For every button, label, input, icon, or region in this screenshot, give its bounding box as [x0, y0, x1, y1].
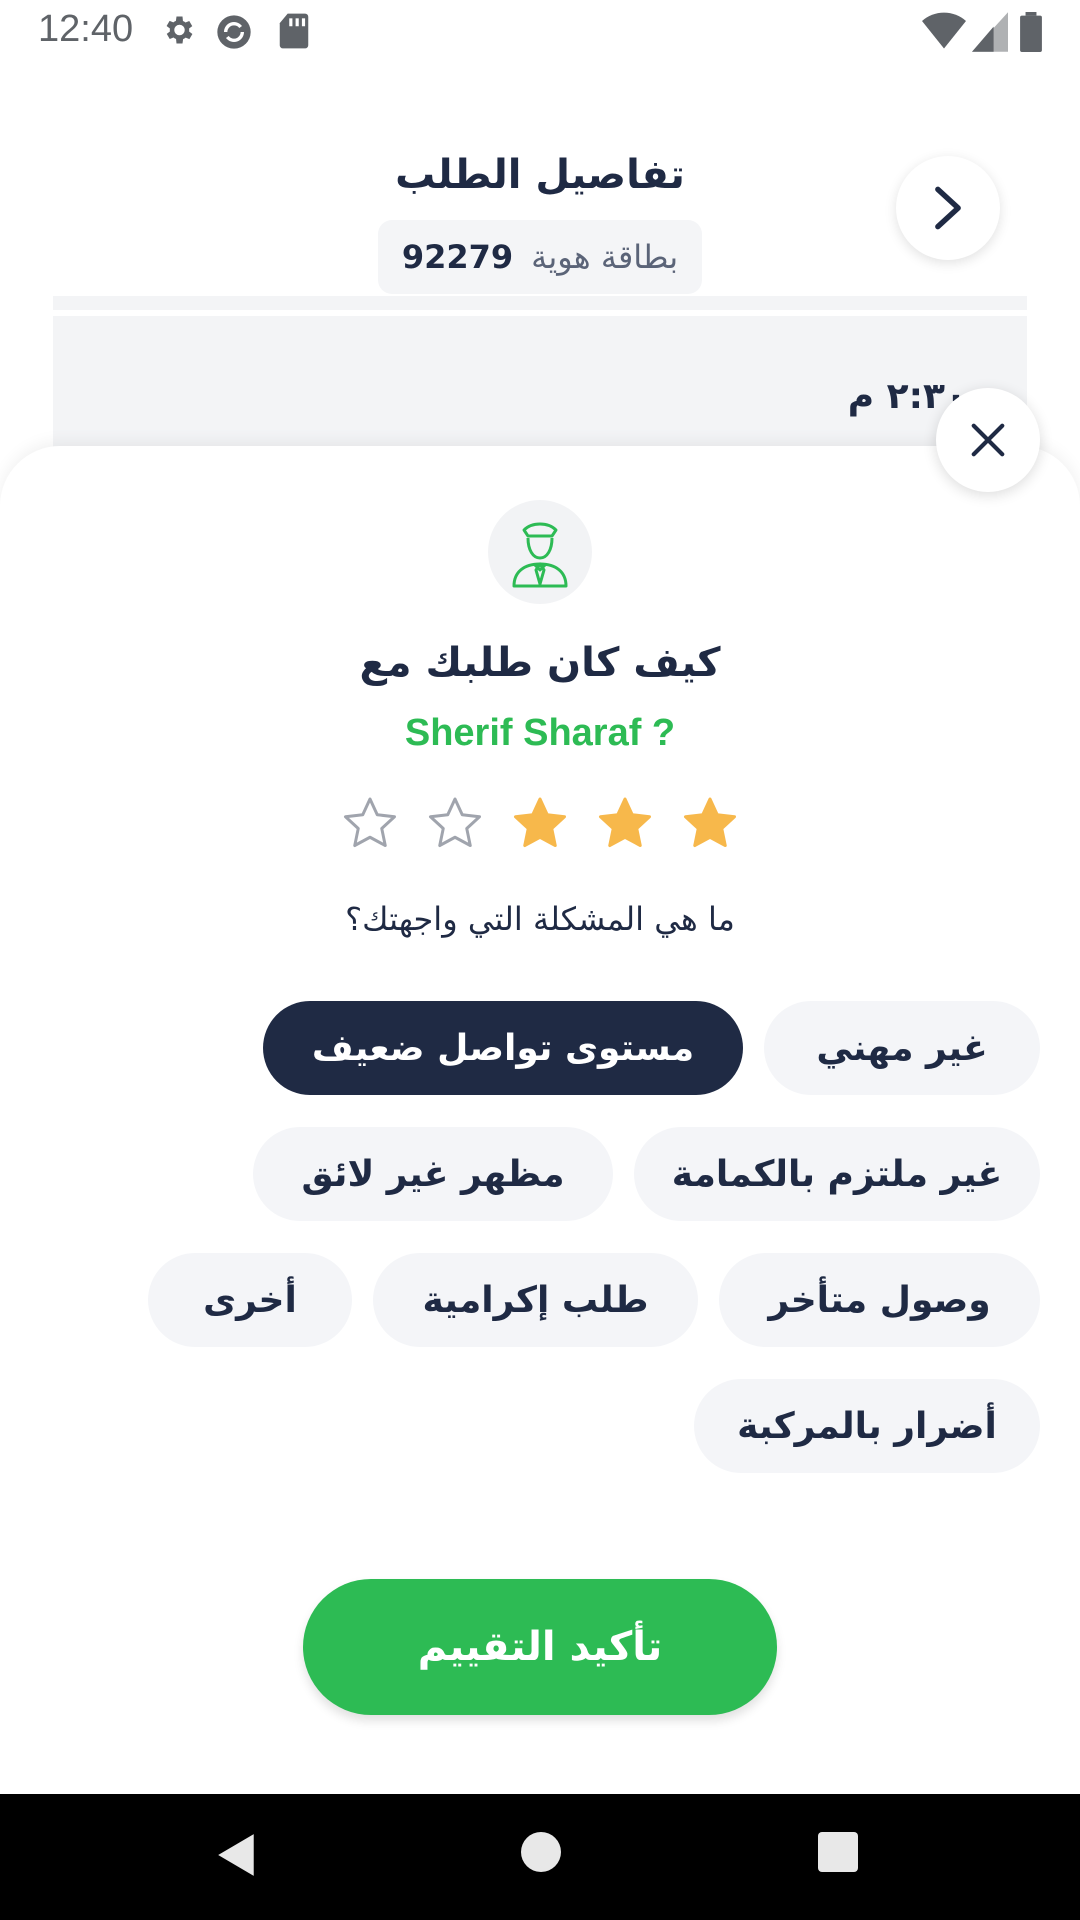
close-icon — [971, 423, 1005, 457]
battery-icon — [1020, 12, 1042, 52]
divider — [53, 310, 1027, 316]
id-card-number: 92279 — [401, 238, 514, 276]
issue-chip-late-arrival[interactable]: وصول متأخر — [719, 1253, 1040, 1347]
sync-icon — [217, 15, 251, 49]
id-card-chip: بطاقة هوية 92279 — [378, 220, 702, 294]
close-button[interactable] — [936, 388, 1040, 492]
nav-home-icon[interactable] — [521, 1832, 561, 1872]
star-icon-filled[interactable] — [510, 794, 570, 854]
signal-icon — [972, 12, 1008, 52]
issue-chip-poor-communication[interactable]: مستوى تواصل ضعيف — [263, 1001, 743, 1095]
star-icon-empty[interactable] — [340, 794, 400, 854]
driver-avatar — [488, 500, 592, 604]
id-card-label: بطاقة هوية — [531, 238, 679, 276]
gear-icon — [166, 16, 193, 44]
rating-question: كيف كان طلبك مع — [359, 640, 721, 686]
wifi-icon — [922, 12, 966, 49]
system-nav-bar — [0, 1794, 1080, 1920]
issue-chip-tip-request[interactable]: طلب إكرامية — [373, 1253, 698, 1347]
status-time: 12:40 — [38, 8, 134, 50]
star-icon-empty[interactable] — [425, 794, 485, 854]
chevron-right-icon — [935, 186, 961, 230]
status-bar: 12:40 — [0, 0, 1080, 64]
page-title: تفاصيل الطلب — [395, 152, 685, 198]
issue-chip-vehicle-damage[interactable]: أضرار بالمركبة — [694, 1379, 1040, 1473]
back-button[interactable] — [896, 156, 1000, 260]
issue-chip-inappropriate-appearance[interactable]: مظهر غير لائق — [253, 1127, 613, 1221]
issue-chip-no-mask[interactable]: غير ملتزم بالكمامة — [634, 1127, 1040, 1221]
driver-name: Sherif Sharaf ? — [404, 712, 676, 754]
star-icon-filled[interactable] — [595, 794, 655, 854]
issue-chip-unprofessional[interactable]: غير مهني — [764, 1001, 1040, 1095]
confirm-rating-button[interactable]: تأكيد التقييم — [303, 1579, 777, 1715]
issue-chip-other[interactable]: أخرى — [148, 1253, 352, 1347]
nav-back-icon[interactable] — [216, 1832, 258, 1878]
star-rating[interactable] — [340, 794, 740, 860]
driver-icon — [512, 522, 568, 588]
problem-question: ما هي المشكلة التي واجهتك؟ — [345, 900, 735, 938]
nav-recents-icon[interactable] — [818, 1832, 858, 1872]
sd-card-icon — [279, 13, 309, 49]
star-icon-filled[interactable] — [680, 794, 740, 854]
